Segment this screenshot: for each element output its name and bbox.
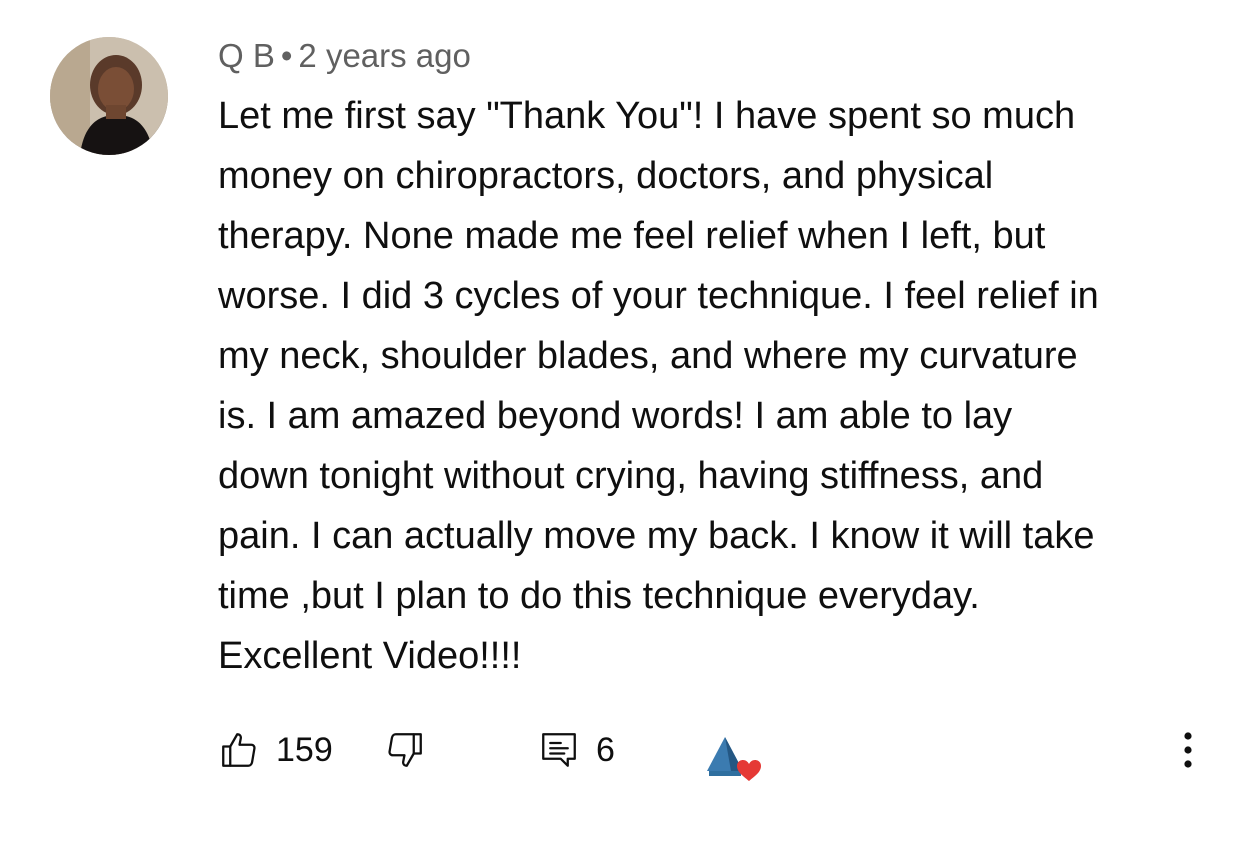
comment-text: Let me first say "Thank You"! I have spe… bbox=[218, 95, 1099, 677]
comment-timestamp[interactable]: 2 years ago bbox=[298, 37, 470, 74]
dislike-button[interactable] bbox=[384, 720, 426, 780]
more-vertical-icon bbox=[1182, 730, 1194, 770]
creator-heart-icon bbox=[703, 731, 767, 785]
reply-button[interactable]: 6 bbox=[538, 720, 615, 780]
avatar-image bbox=[50, 37, 168, 155]
thumbs-up-icon bbox=[218, 729, 260, 771]
more-options-button[interactable] bbox=[1170, 720, 1206, 780]
avatar[interactable] bbox=[50, 37, 168, 155]
thumbs-down-icon bbox=[384, 729, 426, 771]
author-name[interactable]: Q B bbox=[218, 37, 275, 74]
meta-separator: • bbox=[280, 37, 293, 74]
comment-meta: Q B • 2 years ago bbox=[218, 34, 471, 78]
like-button[interactable]: 159 bbox=[218, 720, 333, 780]
reply-count: 6 bbox=[596, 730, 615, 769]
comment-card: Q B • 2 years ago Let me first say "Thank … bbox=[0, 0, 1242, 845]
creator-heart[interactable] bbox=[703, 728, 767, 788]
like-count: 159 bbox=[276, 730, 333, 769]
comment-reply-icon bbox=[538, 729, 580, 771]
comment-actions: 159 6 bbox=[0, 720, 1242, 781]
